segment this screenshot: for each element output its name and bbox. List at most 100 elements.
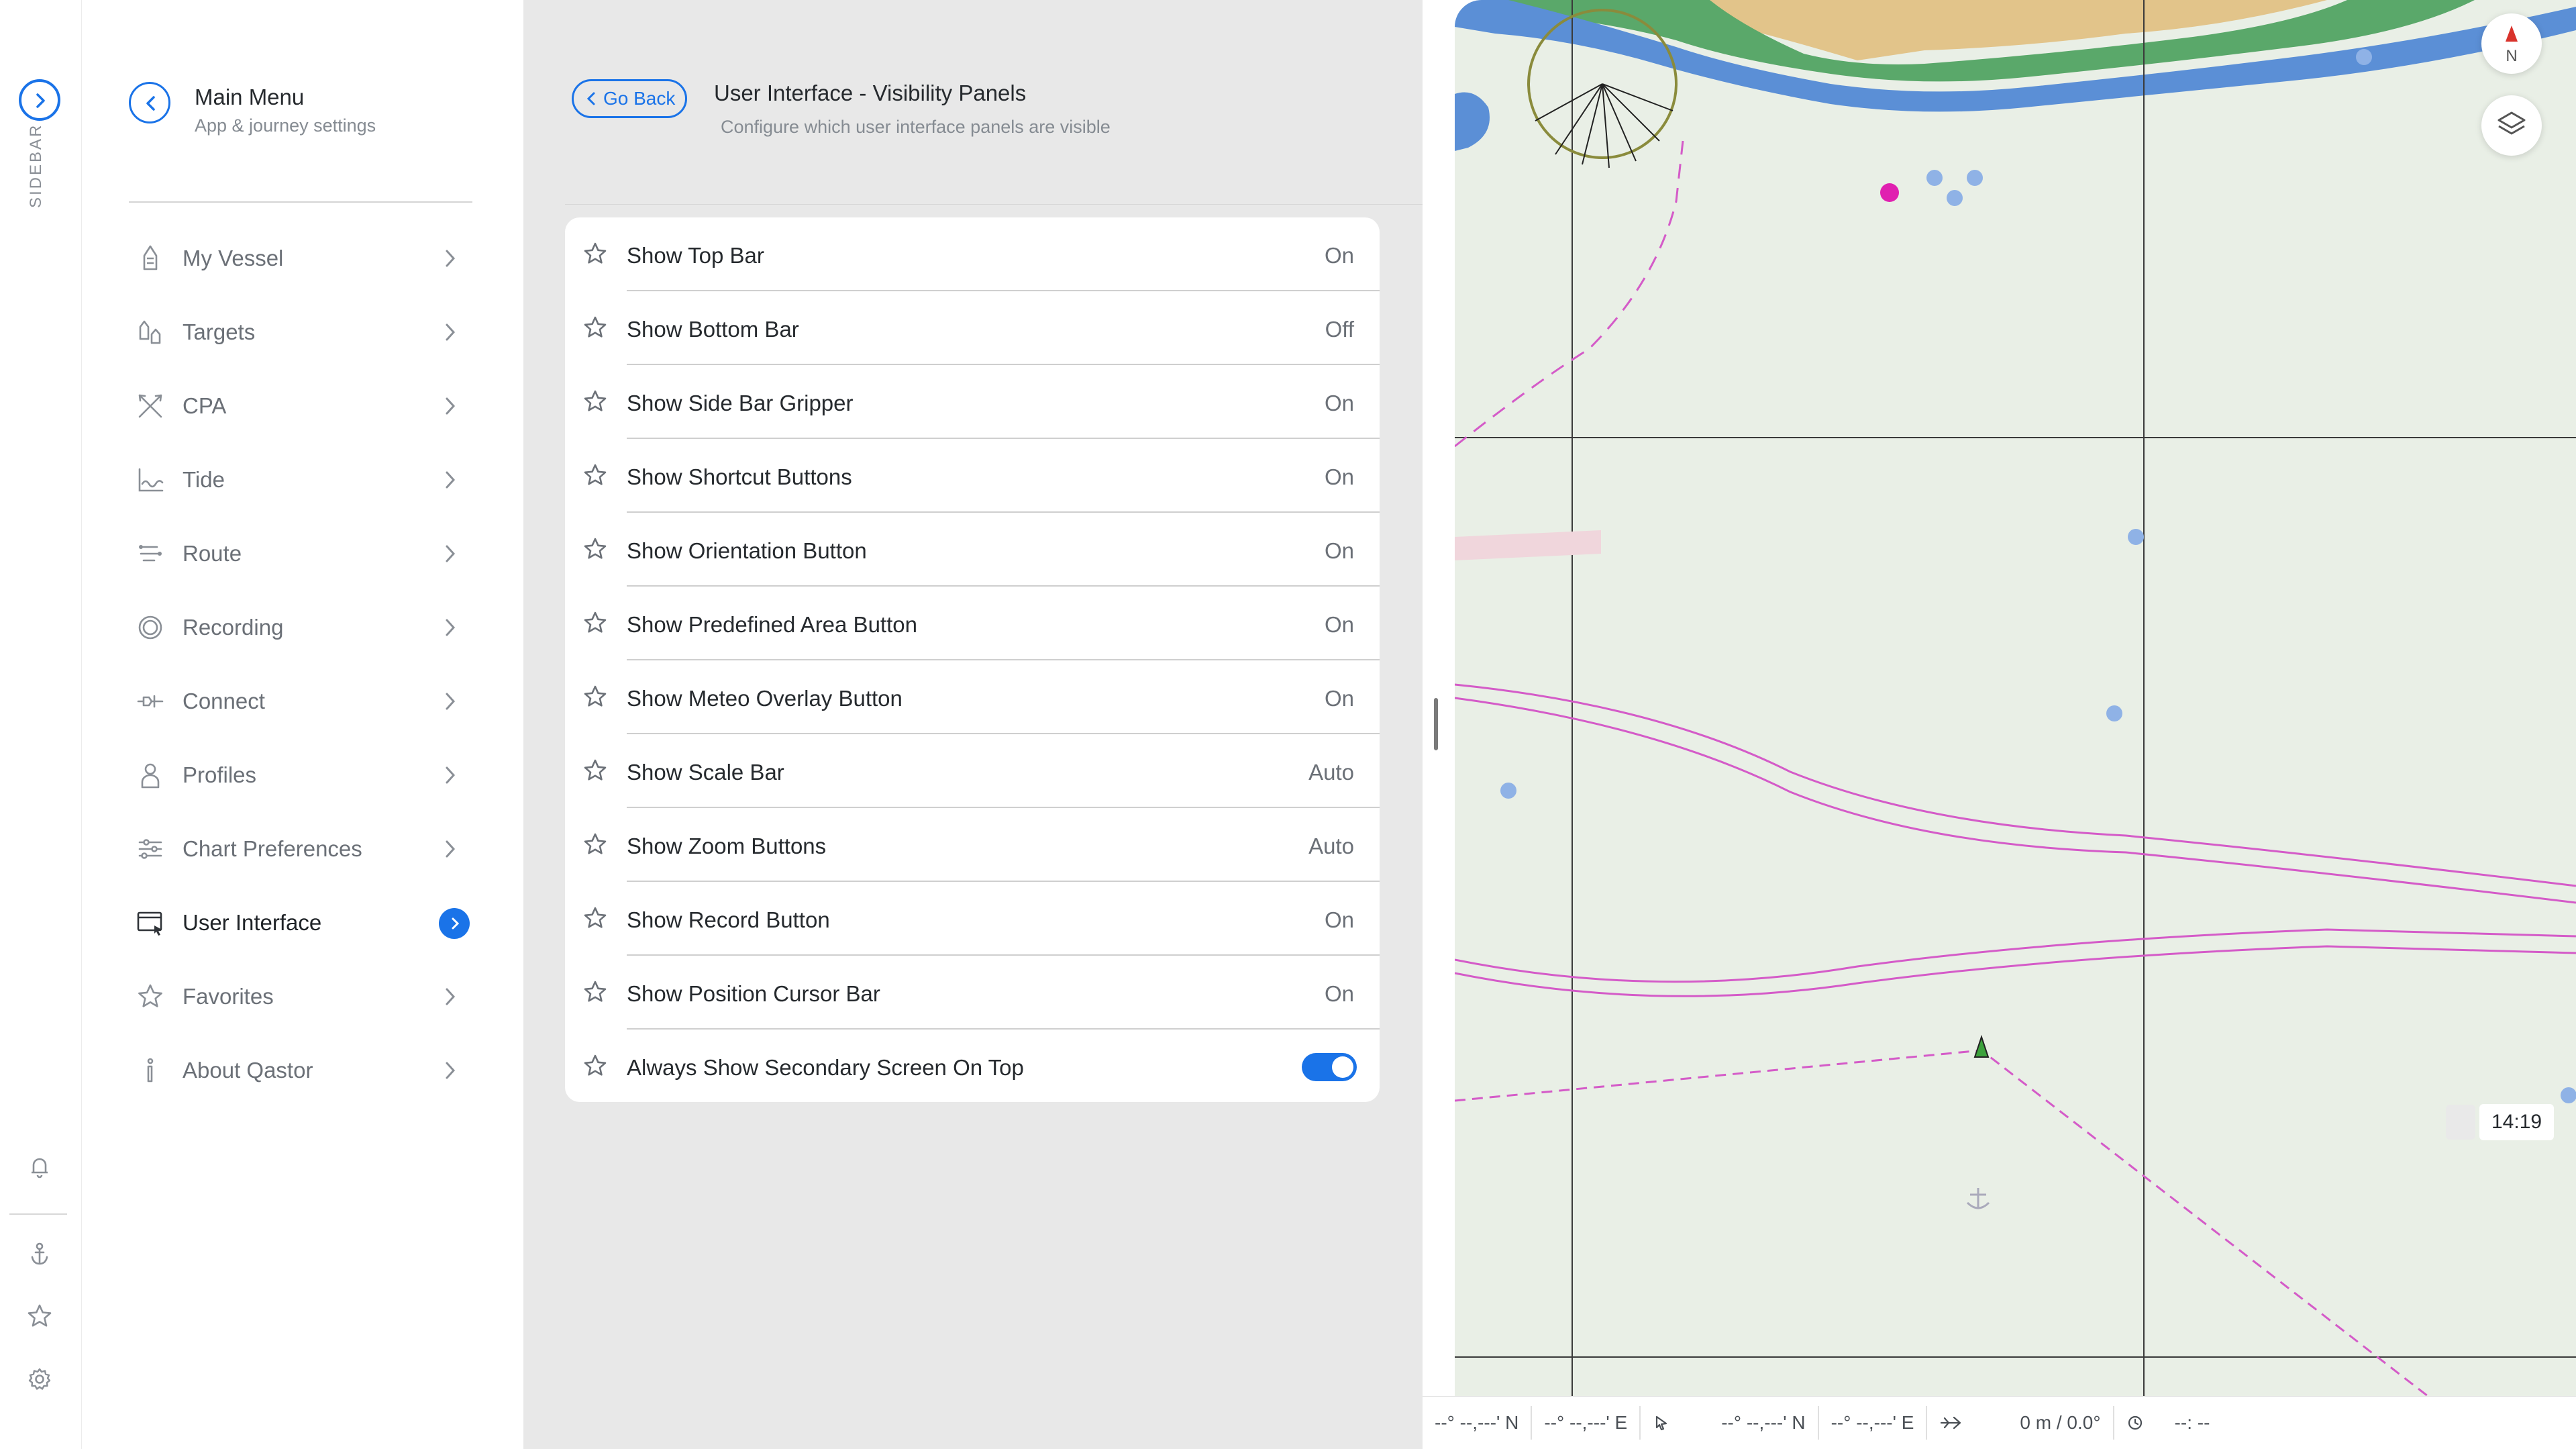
menu-item-profiles[interactable]: Profiles	[134, 738, 470, 812]
distance-bearing: 0 m / 0.0°	[2020, 1412, 2101, 1433]
route-line	[1455, 140, 1684, 448]
setting-row-show-side-bar-gripper[interactable]: Show Side Bar Gripper On	[565, 365, 1380, 439]
setting-value: Off	[1325, 317, 1354, 342]
setting-label: Show Meteo Overlay Button	[627, 686, 903, 711]
menu-item-chart-preferences[interactable]: Chart Preferences	[134, 812, 470, 886]
star-icon[interactable]	[581, 831, 609, 859]
bearing-icon	[1941, 1416, 1961, 1430]
layers-button[interactable]	[2481, 95, 2542, 156]
vessel-target	[1973, 1034, 1990, 1058]
star-icon[interactable]	[581, 462, 609, 490]
menu-item-cpa[interactable]: CPA	[134, 369, 470, 443]
gear-icon[interactable]	[24, 1364, 55, 1395]
nautical-chart[interactable]: N 14:19	[1455, 0, 2576, 1449]
star-icon[interactable]	[581, 905, 609, 933]
setting-row-show-zoom-buttons[interactable]: Show Zoom Buttons Auto	[565, 808, 1380, 882]
sidebar-gripper[interactable]	[1434, 698, 1438, 750]
page-subtitle: Configure which user interface panels ar…	[721, 117, 1111, 137]
chevron-right-icon	[446, 693, 456, 710]
setting-row-always-show-secondary-screen[interactable]: Always Show Secondary Screen On Top	[565, 1030, 1380, 1102]
chevron-right-icon	[36, 93, 45, 108]
chevron-right-icon	[446, 619, 456, 636]
star-icon[interactable]	[581, 536, 609, 564]
main-menu-back-button[interactable]	[129, 82, 170, 123]
menu-item-label: Recording	[183, 615, 284, 640]
profile-icon	[141, 763, 160, 789]
setting-value: On	[1324, 612, 1354, 637]
cpa-icon	[138, 394, 162, 418]
star-icon[interactable]	[581, 388, 609, 416]
star-icon[interactable]	[581, 683, 609, 711]
setting-label: Show Predefined Area Button	[627, 612, 917, 637]
setting-row-show-orientation-button[interactable]: Show Orientation Button On	[565, 513, 1380, 587]
chevron-right-icon	[452, 917, 460, 930]
main-menu-panel: Main Menu App & journey settings My Vess…	[82, 0, 523, 1449]
setting-value: On	[1324, 243, 1354, 268]
go-back-button[interactable]: Go Back	[572, 79, 687, 118]
position-cursor-bar: --° --,---' N --° --,---' E --° --,---' …	[1423, 1396, 2576, 1449]
star-icon[interactable]	[581, 609, 609, 638]
setting-label: Show Side Bar Gripper	[627, 391, 854, 415]
star-icon[interactable]	[581, 757, 609, 785]
star-icon[interactable]	[24, 1301, 55, 1332]
setting-row-show-meteo-overlay-button[interactable]: Show Meteo Overlay Button On	[565, 660, 1380, 734]
setting-row-show-scale-bar[interactable]: Show Scale Bar Auto	[565, 734, 1380, 808]
menu-item-about-qastor[interactable]: About Qastor	[134, 1034, 470, 1107]
secondary-screen-toggle[interactable]	[1302, 1053, 1357, 1081]
menu-item-favorites[interactable]: Favorites	[134, 960, 470, 1034]
chevron-right-icon	[446, 545, 456, 562]
sidebar-toggle-button[interactable]	[19, 79, 60, 121]
main-menu-list: My Vessel Targets CPA Tide Route Recordi…	[134, 221, 470, 1107]
setting-label: Show Shortcut Buttons	[627, 464, 852, 489]
user-interface-icon	[137, 911, 162, 936]
menu-item-targets[interactable]: Targets	[134, 295, 470, 369]
clock-icon	[2128, 1415, 2142, 1430]
setting-value: On	[1324, 686, 1354, 711]
setting-row-show-top-bar[interactable]: Show Top Bar On	[565, 217, 1380, 291]
setting-row-show-bottom-bar[interactable]: Show Bottom Bar Off	[565, 291, 1380, 365]
menu-item-connect[interactable]: Connect	[134, 664, 470, 738]
menu-item-route[interactable]: Route	[134, 517, 470, 591]
tide-icon	[138, 468, 164, 492]
setting-label: Show Top Bar	[627, 243, 764, 268]
visibility-panels-view: Go Back User Interface - Visibility Pane…	[523, 0, 1433, 1449]
chevron-right-icon	[446, 471, 456, 489]
chevron-right-icon	[446, 250, 456, 267]
menu-item-label: Tide	[183, 467, 225, 492]
chart-grid	[1455, 0, 2576, 1396]
vessel-latitude: --° --,---' N	[1435, 1412, 1519, 1433]
cursor-arrow-icon	[1656, 1415, 1667, 1431]
anchor-icon[interactable]	[24, 1239, 55, 1270]
chevron-right-icon	[446, 988, 456, 1005]
north-up-button[interactable]: N	[2481, 13, 2542, 74]
setting-label: Show Position Cursor Bar	[627, 981, 880, 1006]
menu-item-user-interface[interactable]: User Interface	[134, 886, 470, 960]
setting-row-show-predefined-area-button[interactable]: Show Predefined Area Button On	[565, 587, 1380, 660]
cursor-position-segment: --° --,---' N	[1641, 1397, 1817, 1449]
setting-value: On	[1324, 907, 1354, 932]
star-icon[interactable]	[581, 979, 609, 1007]
star-icon[interactable]	[581, 240, 609, 268]
chevron-left-icon	[586, 92, 595, 105]
setting-label: Show Bottom Bar	[627, 317, 799, 342]
menu-item-recording[interactable]: Recording	[134, 591, 470, 664]
menu-item-tide[interactable]: Tide	[134, 443, 470, 517]
vessel-icon	[143, 245, 158, 270]
setting-row-show-position-cursor-bar[interactable]: Show Position Cursor Bar On	[565, 956, 1380, 1030]
targets-icon	[139, 320, 161, 344]
sidebar-rail: SIDEBAR	[0, 0, 82, 1449]
menu-item-label: Targets	[183, 319, 256, 344]
menu-divider	[129, 201, 472, 203]
star-icon[interactable]	[581, 314, 609, 342]
setting-row-show-shortcut-buttons[interactable]: Show Shortcut Buttons On	[565, 439, 1380, 513]
setting-row-show-record-button[interactable]: Show Record Button On	[565, 882, 1380, 956]
setting-value: On	[1324, 391, 1354, 415]
setting-value: On	[1324, 538, 1354, 563]
menu-item-my-vessel[interactable]: My Vessel	[134, 221, 470, 295]
chevron-right-icon	[446, 323, 456, 341]
bell-icon[interactable]	[24, 1152, 55, 1183]
star-icon[interactable]	[581, 1052, 609, 1081]
chevron-left-icon	[146, 96, 155, 111]
connect-icon	[137, 695, 164, 708]
north-label: N	[2506, 47, 2518, 65]
